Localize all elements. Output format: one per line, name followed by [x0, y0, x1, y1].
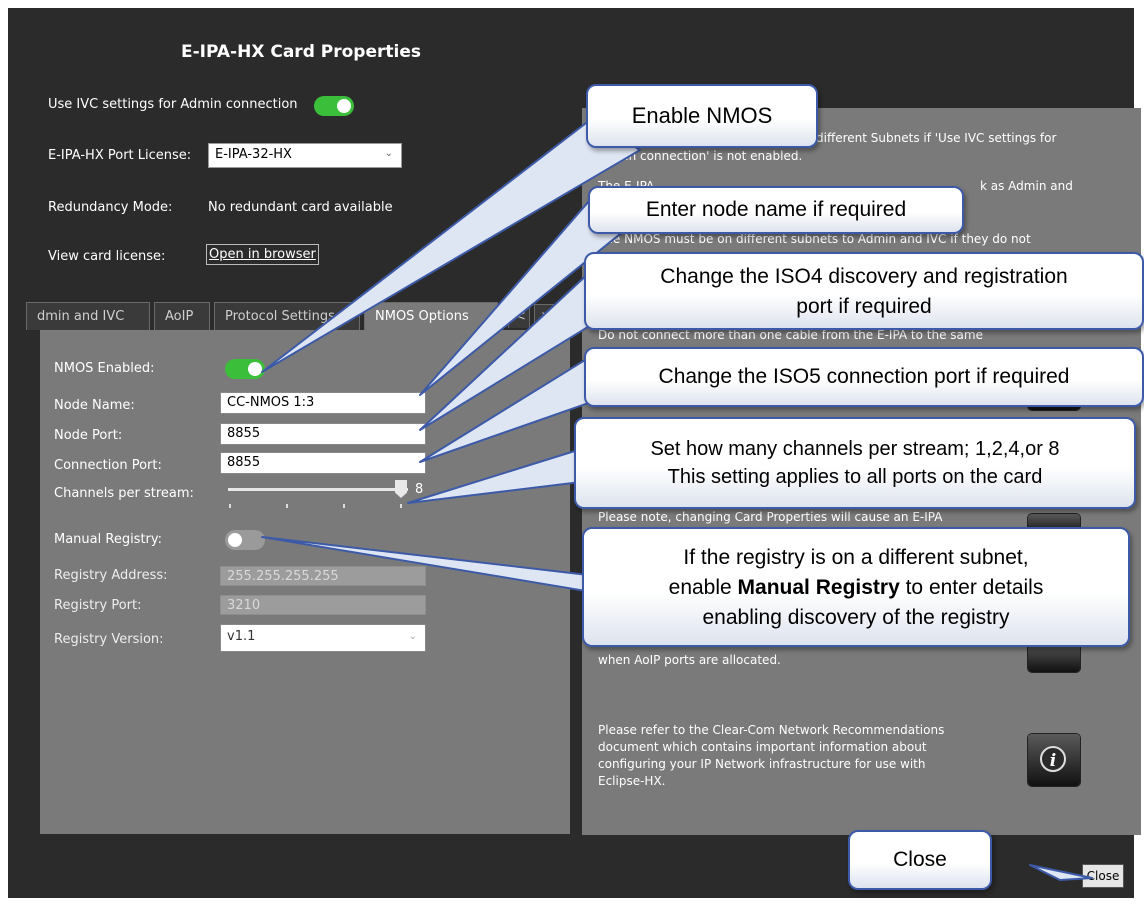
- callout-iso4: Change the ISO4 discovery and registrati…: [584, 252, 1144, 330]
- callout-iso4-line2: port if required: [796, 295, 932, 318]
- callout-node-name: Enter node name if required: [588, 186, 964, 234]
- callout-channels: Set how many channels per stream; 1,2,4,…: [574, 417, 1136, 509]
- callout-registry: If the registry is on a different subnet…: [582, 527, 1130, 647]
- pointer-close: [1029, 864, 1093, 881]
- callout-registry-line2: enable Manual Registry to enter details: [584, 573, 1128, 603]
- callout-registry-line2-pre: enable: [668, 576, 738, 599]
- callout-close: Close: [848, 830, 992, 890]
- callout-channels-line1: Set how many channels per stream; 1,2,4,…: [650, 438, 1060, 460]
- callout-channels-line2: This setting applies to all ports on the…: [667, 466, 1043, 488]
- callout-enable-nmos: Enable NMOS: [586, 84, 818, 148]
- callout-iso4-line1: Change the ISO4 discovery and registrati…: [660, 265, 1068, 288]
- callout-registry-line1: If the registry is on a different subnet…: [683, 546, 1029, 569]
- callout-registry-line3: enabling discovery of the registry: [702, 606, 1010, 629]
- callout-iso5: Change the ISO5 connection port if requi…: [584, 347, 1144, 407]
- callout-registry-line2-post: to enter details: [899, 576, 1044, 599]
- callout-registry-bold: Manual Registry: [737, 576, 900, 599]
